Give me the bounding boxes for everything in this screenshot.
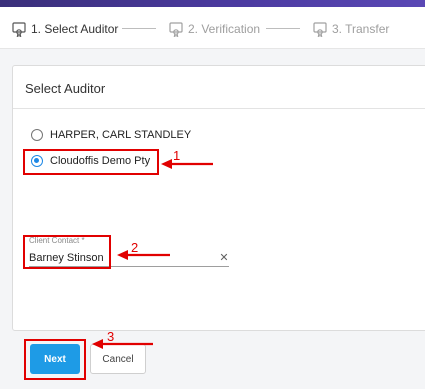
cancel-button[interactable]: Cancel	[90, 344, 146, 374]
annotation-number-1: 1	[173, 148, 181, 163]
annotation-number-3: 3	[107, 329, 115, 344]
certificate-icon	[313, 22, 327, 37]
field-label: Client Contact *	[29, 236, 85, 245]
step-connector	[122, 28, 156, 29]
select-auditor-card: Select Auditor HARPER, CARL STANDLEY Clo…	[12, 65, 425, 331]
client-contact-input[interactable]	[29, 249, 229, 267]
step-connector	[266, 28, 300, 29]
radio-button[interactable]	[31, 129, 43, 141]
auditor-option-cloudoffis[interactable]: Cloudoffis Demo Pty	[31, 152, 150, 170]
next-button[interactable]: Next	[30, 344, 80, 374]
radio-button-selected[interactable]	[31, 155, 43, 167]
stepper: 1. Select Auditor 2. Verification 3. Tra…	[0, 7, 425, 49]
annotation-number-2: 2	[131, 240, 139, 255]
card-title: Select Auditor	[25, 81, 106, 96]
certificate-icon	[169, 22, 183, 37]
step-label: 2. Verification	[188, 22, 261, 36]
radio-label: Cloudoffis Demo Pty	[50, 155, 151, 167]
step-verification[interactable]: 2. Verification	[168, 20, 260, 38]
step-select-auditor[interactable]: 1. Select Auditor	[11, 20, 118, 38]
client-contact-field: Client Contact * ✕	[29, 236, 229, 270]
close-icon[interactable]: ✕	[218, 252, 230, 264]
certificate-icon	[12, 22, 26, 37]
step-label: 1. Select Auditor	[31, 22, 119, 36]
step-transfer[interactable]: 3. Transfer	[312, 20, 389, 38]
step-label: 3. Transfer	[332, 22, 390, 36]
radio-label: HARPER, CARL STANDLEY	[50, 129, 192, 141]
divider	[13, 108, 425, 109]
app-header-bar	[0, 0, 425, 7]
auditor-option-harper[interactable]: HARPER, CARL STANDLEY	[31, 126, 191, 144]
